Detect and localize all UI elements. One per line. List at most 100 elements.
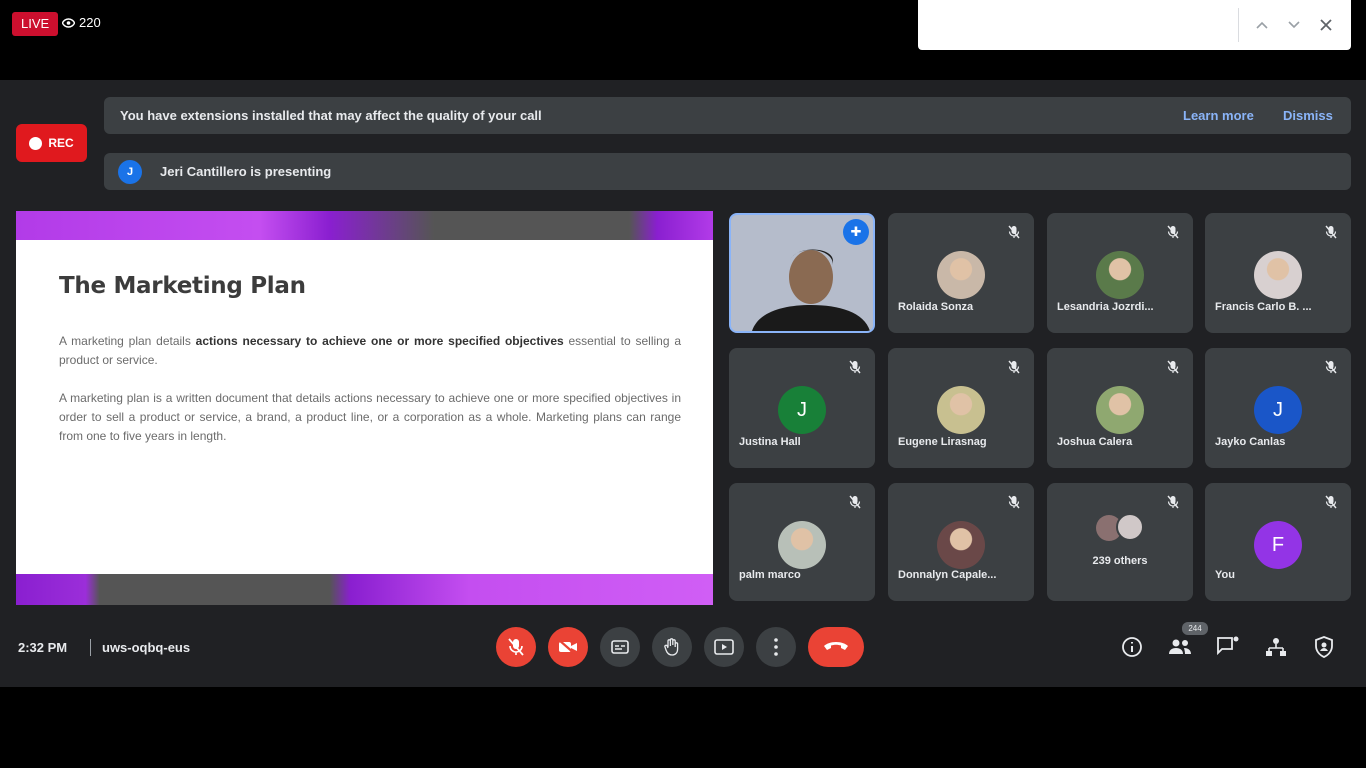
participant-photo-avatar bbox=[1254, 251, 1302, 299]
close-icon bbox=[1320, 19, 1332, 31]
meeting-time: 2:32 PM bbox=[18, 640, 68, 655]
phone-hangup-icon bbox=[824, 642, 848, 650]
participant-photo-avatar bbox=[937, 521, 985, 569]
record-dot-icon bbox=[29, 136, 43, 150]
captions-icon bbox=[611, 640, 629, 654]
slide-p1-start: A marketing plan details bbox=[59, 334, 196, 348]
participant-photo-avatar bbox=[937, 251, 985, 299]
find-previous-button[interactable] bbox=[1250, 13, 1274, 37]
participant-name: You bbox=[1215, 569, 1235, 581]
activities-button[interactable] bbox=[1260, 631, 1292, 663]
more-vert-icon bbox=[774, 638, 778, 656]
participant-name: palm marco bbox=[739, 569, 801, 581]
participant-name: Donnalyn Capale... bbox=[898, 569, 997, 581]
time-code-divider bbox=[90, 639, 91, 656]
mic-muted-icon bbox=[1167, 360, 1179, 374]
captions-button[interactable] bbox=[600, 627, 640, 667]
slide-title: The Marketing Plan bbox=[59, 273, 306, 299]
participant-tile[interactable]: palm marco bbox=[729, 483, 875, 601]
page-bottom-area bbox=[0, 687, 1366, 768]
find-divider bbox=[1238, 8, 1239, 42]
shared-slide: The Marketing Plan A marketing plan deta… bbox=[16, 211, 713, 605]
slide-paragraph-1: A marketing plan details actions necessa… bbox=[59, 332, 681, 370]
participant-name: Jayko Canlas bbox=[1215, 436, 1286, 448]
participant-tile[interactable]: J Jayko Canlas bbox=[1205, 348, 1351, 468]
hand-icon bbox=[664, 638, 679, 656]
info-icon bbox=[1122, 637, 1142, 657]
participant-name: Eugene Lirasnag bbox=[898, 436, 987, 448]
participant-photo-avatar bbox=[1096, 251, 1144, 299]
participant-name: 239 others bbox=[1092, 555, 1148, 567]
presenting-text: Jeri Cantillero is presenting bbox=[160, 164, 332, 179]
slide-bottom-decoration bbox=[16, 574, 713, 605]
chat-button[interactable] bbox=[1212, 631, 1244, 663]
find-close-button[interactable] bbox=[1314, 13, 1338, 37]
mic-toggle-button[interactable] bbox=[496, 627, 536, 667]
find-bar bbox=[918, 0, 1351, 50]
present-screen-button[interactable] bbox=[704, 627, 744, 667]
mic-muted-icon bbox=[1008, 360, 1020, 374]
participant-photo-avatar bbox=[937, 386, 985, 434]
participant-photo-avatar bbox=[1096, 386, 1144, 434]
mic-muted-icon bbox=[1325, 360, 1337, 374]
camera-off-icon bbox=[558, 639, 577, 655]
participant-name: Joshua Calera bbox=[1057, 436, 1133, 448]
mic-muted-icon bbox=[1167, 495, 1179, 509]
meeting-details-button[interactable] bbox=[1116, 631, 1148, 663]
eye-icon bbox=[62, 17, 75, 28]
raise-hand-button[interactable] bbox=[652, 627, 692, 667]
participant-tile[interactable]: Lesandria Jozrdi... bbox=[1047, 213, 1193, 333]
mic-muted-icon bbox=[1008, 495, 1020, 509]
participant-initial-avatar: J bbox=[778, 386, 826, 434]
recording-indicator: REC bbox=[16, 124, 87, 162]
viewer-count-value: 220 bbox=[79, 15, 101, 30]
others-avatar-stack bbox=[1092, 513, 1148, 543]
viewer-count: 220 bbox=[62, 15, 101, 30]
meeting-code: uws-oqbq-eus bbox=[102, 640, 191, 655]
mic-muted-icon bbox=[849, 360, 861, 374]
mic-muted-icon bbox=[849, 495, 861, 509]
participant-photo-avatar bbox=[778, 521, 826, 569]
participant-name: Justina Hall bbox=[739, 436, 801, 448]
presenter-avatar: J bbox=[118, 159, 142, 184]
live-badge: LIVE bbox=[12, 12, 59, 36]
find-next-button[interactable] bbox=[1282, 13, 1306, 37]
mic-muted-icon bbox=[1008, 225, 1020, 239]
learn-more-link[interactable]: Learn more bbox=[1183, 108, 1254, 123]
chevron-up-icon bbox=[1256, 21, 1268, 29]
people-button[interactable] bbox=[1164, 631, 1196, 663]
participant-tile[interactable]: Rolaida Sonza bbox=[888, 213, 1034, 333]
host-controls-button[interactable] bbox=[1308, 631, 1340, 663]
participant-tile[interactable]: Donnalyn Capale... bbox=[888, 483, 1034, 601]
chevron-down-icon bbox=[1288, 21, 1300, 29]
participant-tile[interactable]: Eugene Lirasnag bbox=[888, 348, 1034, 468]
participant-name: Lesandria Jozrdi... bbox=[1057, 301, 1154, 313]
dismiss-link[interactable]: Dismiss bbox=[1283, 108, 1333, 123]
participant-tile[interactable]: ✚ bbox=[729, 213, 875, 333]
extensions-warning-text: You have extensions installed that may a… bbox=[120, 108, 542, 123]
pin-icon[interactable]: ✚ bbox=[843, 219, 869, 245]
participant-name: Francis Carlo B. ... bbox=[1215, 301, 1312, 313]
shield-icon bbox=[1315, 636, 1333, 658]
participant-tile[interactable]: Francis Carlo B. ... bbox=[1205, 213, 1351, 333]
participant-initial-avatar: F bbox=[1254, 521, 1302, 569]
recording-label: REC bbox=[48, 136, 74, 150]
leave-call-button[interactable] bbox=[808, 627, 864, 667]
mic-muted-icon bbox=[1325, 225, 1337, 239]
participant-initial-avatar: J bbox=[1254, 386, 1302, 434]
slide-p1-bold: actions necessary to achieve one or more… bbox=[195, 334, 564, 348]
participant-tile[interactable]: 239 others bbox=[1047, 483, 1193, 601]
participant-tile[interactable]: Joshua Calera bbox=[1047, 348, 1193, 468]
more-options-button[interactable] bbox=[756, 627, 796, 667]
slide-top-decoration bbox=[16, 211, 713, 240]
participant-tile[interactable]: F You bbox=[1205, 483, 1351, 601]
mic-off-icon bbox=[508, 638, 524, 656]
mic-muted-icon bbox=[1167, 225, 1179, 239]
participant-tile[interactable]: J Justina Hall bbox=[729, 348, 875, 468]
participant-name: Rolaida Sonza bbox=[898, 301, 974, 313]
find-input[interactable] bbox=[928, 10, 1233, 40]
camera-toggle-button[interactable] bbox=[548, 627, 588, 667]
activities-icon bbox=[1266, 638, 1286, 656]
slide-paragraph-2: A marketing plan is a written document t… bbox=[59, 391, 681, 443]
present-icon bbox=[714, 639, 734, 655]
